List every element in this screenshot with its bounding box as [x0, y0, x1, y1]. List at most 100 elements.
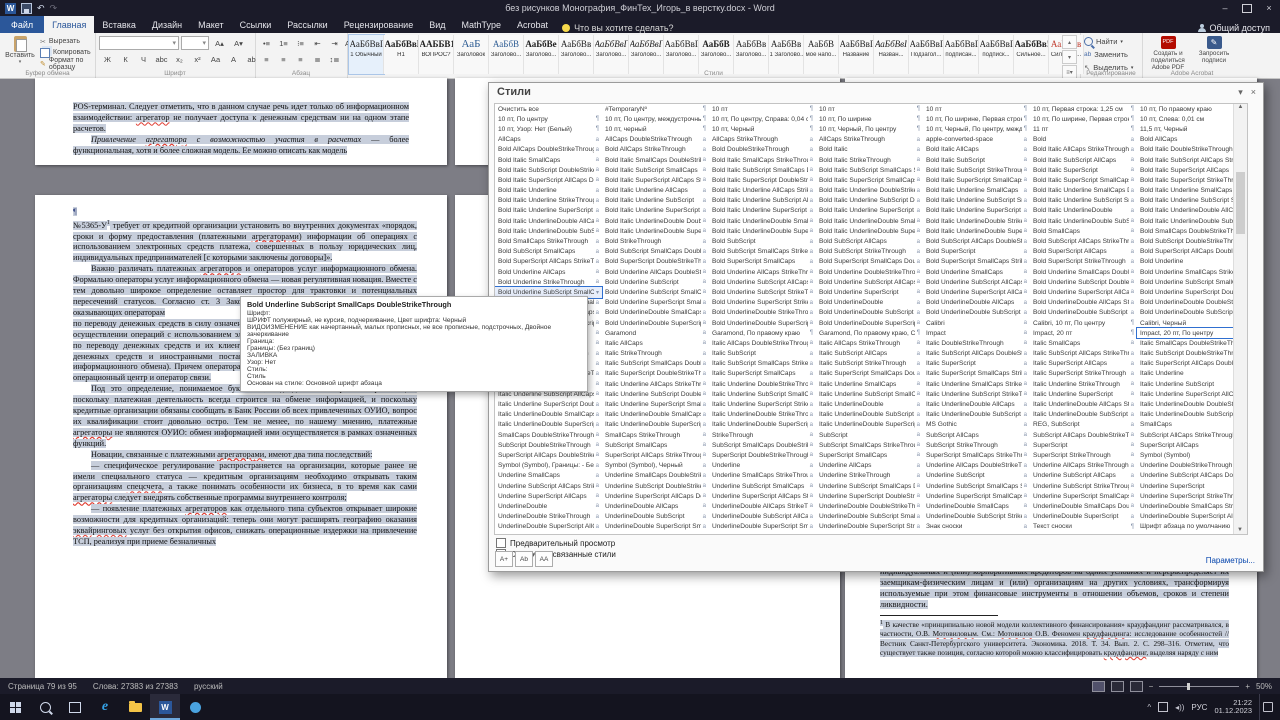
format-painter-button[interactable]: ✎ Формат по образцу — [40, 57, 95, 71]
preview-checkbox[interactable]: Предварительный просмотр — [496, 538, 615, 548]
style-item[interactable]: Bold AllCapsa — [1137, 135, 1244, 145]
style-item[interactable]: Italic Underline SubScript DoubleStrikeT… — [602, 389, 709, 399]
document-page-top-left[interactable]: POS-терминал. Следует отметить, что в да… — [35, 78, 447, 165]
style-item[interactable]: UnderlineDouble SubScript a — [602, 512, 709, 522]
style-item[interactable]: SubScript SmallCaps a — [602, 440, 709, 450]
style-item[interactable]: Bold UnderlineDouble AllCaps StrikeThrou… — [1030, 298, 1137, 308]
style-item[interactable]: UnderlineDouble SuperScript a — [1030, 512, 1137, 522]
zoom-slider[interactable] — [1159, 682, 1240, 690]
underline-button[interactable]: Ч — [135, 52, 152, 66]
style-item[interactable]: Garamond, По правому краю ¶ — [709, 328, 816, 338]
style-item[interactable]: Underline SuperScript AllCaps DoubleStri… — [602, 491, 709, 501]
bold-button[interactable]: Ж — [99, 52, 116, 66]
style-item[interactable]: 10 пт, Черный, По центру, междустр¶ — [923, 124, 1030, 134]
style-item[interactable]: SuperScript SmallCaps StrikeThrougha — [923, 450, 1030, 460]
style-item[interactable]: Bold Italic AllCaps StrikeThrough a — [1030, 145, 1137, 155]
style-item[interactable]: Impact, 20 пт, По центру¶ — [1136, 327, 1245, 340]
style-item[interactable]: Bold Italic SubScript StrikeThrough a — [923, 165, 1030, 175]
style-item[interactable]: Underline SuperScript StrikeThrougha — [1137, 491, 1244, 501]
options-link[interactable]: Параметры... — [1206, 556, 1255, 565]
style-gallery-item[interactable]: АаБбВвГ.Заголово... — [629, 35, 664, 74]
tab-Рассылки[interactable]: Рассылки — [279, 16, 335, 33]
document-paragraph[interactable]: Новации, связанные с платежными агрегато… — [73, 449, 417, 461]
style-item[interactable]: Bold SmallCaps DoubleStrikeThrougha — [1137, 226, 1244, 236]
style-item[interactable]: 11 пт ¶ — [1030, 124, 1137, 134]
style-item[interactable]: SmallCaps StrikeThrough a — [602, 430, 709, 440]
style-item[interactable]: Italic SuperScript DoubleStrikeThrougha — [602, 369, 709, 379]
style-item[interactable]: Italic UnderlineDouble SmallCaps a — [495, 410, 602, 420]
style-item[interactable]: UnderlineDouble SuperScript SmallCapsa — [602, 522, 709, 532]
style-item[interactable]: Bold Italic UnderlineDouble SmallCapsa — [709, 216, 816, 226]
style-item[interactable]: Underline SmallCaps DoubleStrikeThrougha — [602, 471, 709, 481]
style-item[interactable]: Underline AllCaps a — [816, 461, 923, 471]
style-item[interactable]: Bold SubScript AllCaps StrikeThrougha — [1030, 236, 1137, 246]
style-item[interactable]: Bold SmallCaps StrikeThrough a — [495, 236, 602, 246]
style-item[interactable]: Bold Italic SubScript SmallCaps a — [602, 165, 709, 175]
style-item[interactable]: Bold Italic UnderlineDouble SubScript Sm… — [1137, 216, 1244, 226]
style-gallery-item[interactable]: АаБбВе Заголово... — [524, 35, 559, 74]
tab-Дизайн[interactable]: Дизайн — [144, 16, 190, 33]
style-item[interactable]: REG, SubScript a — [1030, 420, 1137, 430]
styles-panel-header[interactable]: Стили ▾ × — [489, 83, 1263, 101]
word-taskbar-icon[interactable]: W — [150, 694, 180, 720]
style-item[interactable]: Underline SuperScript AllCaps StrikeThro… — [709, 491, 816, 501]
tell-me[interactable]: Что вы хотите сделать? — [562, 23, 674, 33]
style-item[interactable]: Italic UnderlineDouble SubScript a — [816, 410, 923, 420]
change-case-button[interactable]: Аа — [207, 52, 224, 66]
style-item[interactable]: Italic UnderlineDouble AllCaps a — [923, 399, 1030, 409]
style-item[interactable]: Bold Italic SuperScript SmallCaps a — [816, 175, 923, 185]
style-item[interactable]: 10 пт, черный ¶ — [602, 124, 709, 134]
style-item[interactable]: SubScript StrikeThrough a — [923, 440, 1030, 450]
styles-panel-tool-button[interactable]: A+ — [495, 551, 513, 567]
style-item[interactable]: Italic SubScript StrikeThrough a — [816, 359, 923, 369]
document-paragraph[interactable]: Привлечение агрегатора с возможностью уч… — [73, 135, 409, 157]
style-item[interactable]: UnderlineDouble SmallCaps a — [923, 501, 1030, 511]
tray-expand-icon[interactable]: ^ — [1147, 703, 1151, 712]
style-item[interactable]: SmallCapsa — [1137, 420, 1244, 430]
style-item[interactable]: Underline SmallCaps StrikeThrough a — [709, 471, 816, 481]
justify-button[interactable]: ≣ — [309, 52, 326, 66]
style-item[interactable]: Italic StrikeThrough a — [602, 349, 709, 359]
style-item[interactable]: Bold Italic a — [816, 145, 923, 155]
style-item[interactable]: Bold Italic Underline StrikeThrough a — [495, 196, 602, 206]
zoom-slider-thumb[interactable] — [1186, 682, 1190, 690]
style-item[interactable]: UnderlineDouble a — [495, 501, 602, 511]
style-item[interactable]: UnderlineDouble DoubleStrikeThrougha — [816, 501, 923, 511]
style-item[interactable]: Bold SubScript AllCaps DoubleStrikeThrou… — [923, 236, 1030, 246]
style-gallery-item[interactable]: АаБбВ Заголово... — [489, 35, 524, 74]
document-paragraph[interactable]: №5365-У1 требует от кредитной организаци… — [73, 218, 417, 264]
style-item[interactable]: Bold Italic Underline SuperScript SmallC… — [816, 206, 923, 216]
style-item[interactable]: Bold UnderlineDouble AllCaps a — [923, 298, 1030, 308]
styles-panel-tool-button[interactable]: Ab — [515, 551, 533, 567]
style-item[interactable]: AllCaps a — [495, 135, 602, 145]
style-item[interactable]: Impact, 20 пт ¶ — [1030, 328, 1137, 338]
gallery-down-button[interactable]: ▾ — [1062, 50, 1077, 64]
style-item[interactable]: AllCaps StrikeThrough a — [816, 135, 923, 145]
style-item[interactable]: 10 пт, По центру ¶ — [495, 114, 602, 124]
style-item[interactable]: UnderlineDouble SmallCaps DoubleStrikeTh… — [1030, 501, 1137, 511]
style-item[interactable]: UnderlineDouble StrikeThrough a — [495, 512, 602, 522]
style-item[interactable]: Bold Italic SubScript SmallCaps StrikeTh… — [816, 165, 923, 175]
style-item[interactable]: AllCaps StrikeThrough a — [709, 135, 816, 145]
style-item[interactable]: Bold Underline StrikeThrough a — [495, 277, 602, 287]
style-item[interactable]: Bold AllCaps StrikeThrough a — [602, 145, 709, 155]
style-item[interactable]: Italic SmallCaps DoubleStrikeThrougha — [1137, 338, 1244, 348]
style-item[interactable]: Bold SuperScript AllCaps a — [1030, 247, 1137, 257]
tab-Рецензирование[interactable]: Рецензирование — [336, 16, 422, 33]
style-item[interactable]: Bold Underline SmallCaps StrikeThrougha — [1137, 267, 1244, 277]
document-paragraph[interactable]: POS-терминал. Следует отметить, что в да… — [73, 102, 409, 135]
style-item[interactable]: Bold Italic Underline SubScript StrikeTh… — [1137, 196, 1244, 206]
style-item[interactable]: UnderlineDouble SmallCaps StrikeThrougha — [1137, 501, 1244, 511]
document-paragraph[interactable]: — специфическое регулирование распростра… — [73, 460, 417, 505]
style-item[interactable]: Bold Underline DoubleStrikeThrougha — [816, 267, 923, 277]
style-item[interactable]: Bold SmallCaps a — [1030, 226, 1137, 236]
style-item[interactable]: SubScript AllCaps DoubleStrikeThrougha — [1030, 430, 1137, 440]
style-item[interactable]: Bold Italic SuperScript SmallCaps Strike… — [1030, 175, 1137, 185]
style-item[interactable]: Bold Italic UnderlineDouble SmallCaps St… — [816, 216, 923, 226]
strikethrough-button[interactable]: abc — [153, 52, 170, 66]
style-item[interactable]: Bold Italic UnderlineDouble StrikeThroug… — [923, 216, 1030, 226]
align-left-button[interactable]: ≡ — [258, 52, 275, 66]
close-button[interactable]: × — [1258, 0, 1280, 16]
style-item[interactable]: Italic SuperScript SmallCaps StrikeThrou… — [923, 369, 1030, 379]
style-item[interactable]: Bold Underline SubScript DoubleStrikeThr… — [1030, 277, 1137, 287]
